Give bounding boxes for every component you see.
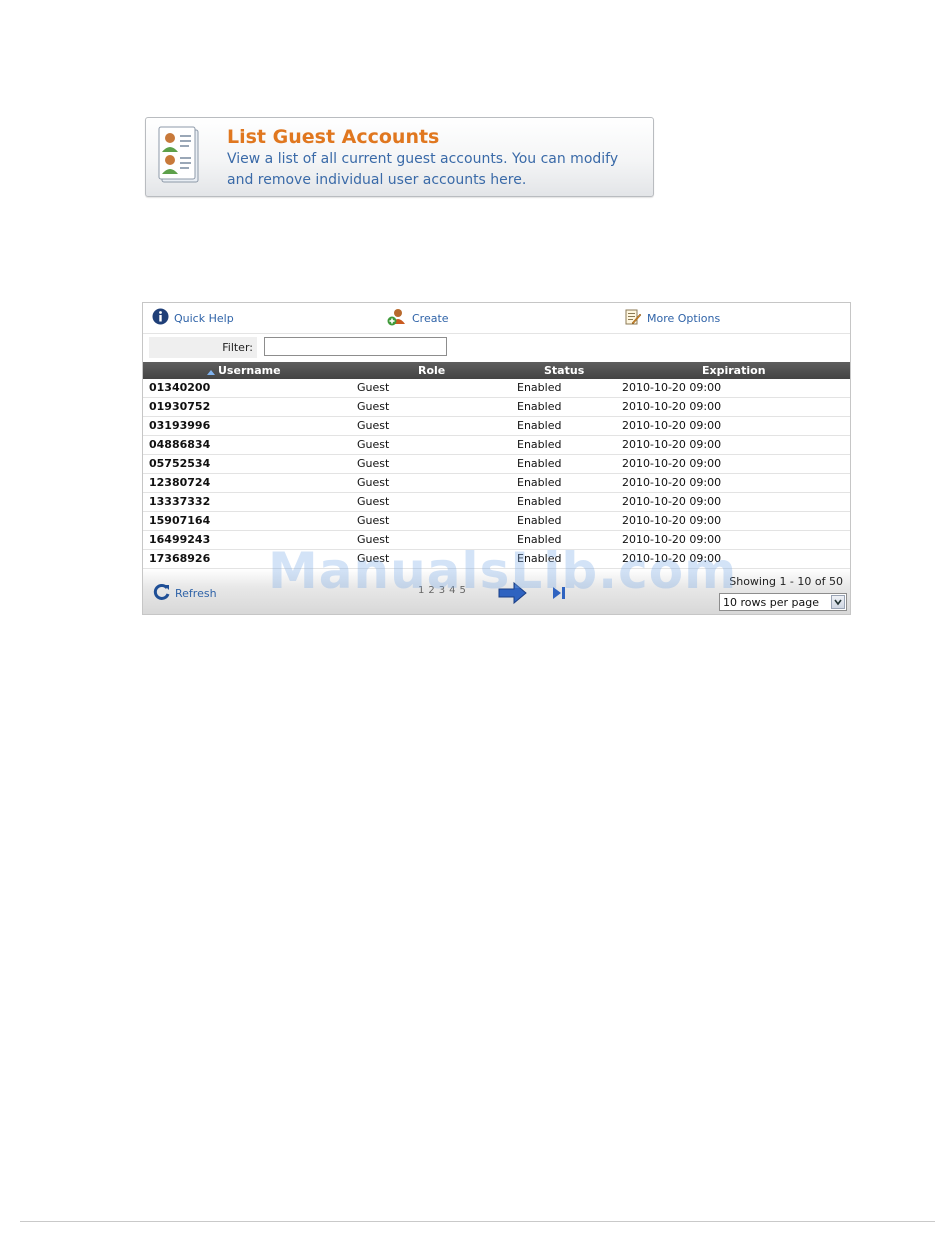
cell-username: 17368926 [149, 552, 211, 565]
page-link-5[interactable]: 5 [460, 585, 466, 596]
guest-accounts-panel: Quick Help Create More Options Filter: U… [142, 302, 851, 615]
page-link-3[interactable]: 3 [439, 585, 445, 596]
pagination: 1 2 3 4 5 [418, 585, 466, 596]
cell-username: 01340200 [149, 381, 211, 394]
rows-per-page-select[interactable]: 10 rows per page [719, 593, 847, 611]
cell-username: 03193996 [149, 419, 211, 432]
table-row[interactable]: 04886834 Guest Enabled 2010-10-20 09:00 [143, 436, 850, 455]
more-options-label: More Options [647, 311, 721, 325]
table-row[interactable]: 01340200 Guest Enabled 2010-10-20 09:00 [143, 379, 850, 398]
more-options-link[interactable]: More Options [624, 308, 720, 328]
cell-expiration: 2010-10-20 09:00 [622, 495, 722, 508]
cell-status: Enabled [517, 419, 562, 432]
banner-title[interactable]: List Guest Accounts [227, 126, 439, 148]
table-row[interactable]: 15907164 Guest Enabled 2010-10-20 09:00 [143, 512, 850, 531]
quick-help-link[interactable]: Quick Help [152, 308, 234, 328]
refresh-button[interactable]: Refresh [153, 583, 217, 604]
table-footer: Refresh 1 2 3 4 5 Showing 1 - 10 of 50 1… [143, 569, 850, 614]
banner-description-line-2: and remove individual user accounts here… [227, 172, 527, 188]
page-link-4[interactable]: 4 [449, 585, 455, 596]
toolbar: Quick Help Create More Options [143, 303, 850, 334]
cell-status: Enabled [517, 381, 562, 394]
cell-status: Enabled [517, 476, 562, 489]
cell-username: 04886834 [149, 438, 211, 451]
refresh-label: Refresh [175, 587, 217, 600]
sort-ascending-icon [207, 365, 215, 378]
table-body: 01340200 Guest Enabled 2010-10-20 09:00 … [143, 379, 850, 569]
notepad-pencil-icon [624, 308, 647, 329]
list-guest-accounts-banner[interactable]: List Guest Accounts View a list of all c… [145, 117, 654, 197]
cell-username: 15907164 [149, 514, 211, 527]
column-header-expiration[interactable]: Expiration [702, 364, 766, 377]
create-user-icon [387, 307, 412, 330]
chevron-down-icon[interactable] [831, 595, 845, 609]
column-header-role[interactable]: Role [418, 364, 445, 377]
cell-role: Guest [357, 514, 390, 527]
table-row[interactable]: 05752534 Guest Enabled 2010-10-20 09:00 [143, 455, 850, 474]
last-page-icon [552, 586, 566, 605]
cell-username: 05752534 [149, 457, 211, 470]
cell-role: Guest [357, 438, 390, 451]
page-link-1[interactable]: 1 [418, 585, 424, 596]
cell-expiration: 2010-10-20 09:00 [622, 381, 722, 394]
refresh-icon [153, 583, 175, 604]
cell-status: Enabled [517, 438, 562, 451]
cell-status: Enabled [517, 514, 562, 527]
rows-per-page-value: 10 rows per page [723, 596, 819, 609]
cell-username: 16499243 [149, 533, 211, 546]
cell-username: 12380724 [149, 476, 211, 489]
page-link-2[interactable]: 2 [428, 585, 434, 596]
bottom-divider [20, 1221, 935, 1222]
table-row[interactable]: 13337332 Guest Enabled 2010-10-20 09:00 [143, 493, 850, 512]
cell-status: Enabled [517, 495, 562, 508]
filter-input[interactable] [264, 337, 447, 356]
banner-description-line-1: View a list of all current guest account… [227, 151, 619, 167]
cell-expiration: 2010-10-20 09:00 [622, 419, 722, 432]
next-arrow-icon [498, 581, 528, 609]
cell-expiration: 2010-10-20 09:00 [622, 438, 722, 451]
banner-description: View a list of all current guest account… [227, 149, 647, 191]
filter-label: Filter: [149, 337, 257, 358]
cell-role: Guest [357, 400, 390, 413]
filter-row: Filter: [143, 334, 850, 360]
table-row[interactable]: 16499243 Guest Enabled 2010-10-20 09:00 [143, 531, 850, 550]
column-header-status[interactable]: Status [544, 364, 584, 377]
table-row[interactable]: 03193996 Guest Enabled 2010-10-20 09:00 [143, 417, 850, 436]
cell-username: 13337332 [149, 495, 211, 508]
table-row[interactable]: 01930752 Guest Enabled 2010-10-20 09:00 [143, 398, 850, 417]
cell-role: Guest [357, 533, 390, 546]
cell-expiration: 2010-10-20 09:00 [622, 552, 722, 565]
create-label: Create [412, 311, 449, 325]
column-header-username[interactable]: Username [207, 364, 281, 378]
cell-expiration: 2010-10-20 09:00 [622, 400, 722, 413]
cell-expiration: 2010-10-20 09:00 [622, 533, 722, 546]
cell-expiration: 2010-10-20 09:00 [622, 457, 722, 470]
table-header: Username Role Status Expiration [143, 362, 850, 379]
cell-role: Guest [357, 381, 390, 394]
cell-role: Guest [357, 552, 390, 565]
next-page-button[interactable] [498, 581, 528, 609]
cell-status: Enabled [517, 533, 562, 546]
cell-role: Guest [357, 457, 390, 470]
quick-help-label: Quick Help [174, 311, 234, 325]
cell-status: Enabled [517, 457, 562, 470]
cell-expiration: 2010-10-20 09:00 [622, 476, 722, 489]
guest-accounts-list-icon [158, 126, 204, 186]
cell-username: 01930752 [149, 400, 211, 413]
cell-status: Enabled [517, 400, 562, 413]
last-page-button[interactable] [552, 585, 566, 605]
info-icon [152, 308, 174, 328]
cell-role: Guest [357, 476, 390, 489]
cell-expiration: 2010-10-20 09:00 [622, 514, 722, 527]
create-link[interactable]: Create [387, 308, 449, 328]
cell-status: Enabled [517, 552, 562, 565]
showing-count: Showing 1 - 10 of 50 [729, 575, 843, 588]
table-row[interactable]: 12380724 Guest Enabled 2010-10-20 09:00 [143, 474, 850, 493]
column-header-username-label: Username [218, 364, 281, 377]
cell-role: Guest [357, 419, 390, 432]
cell-role: Guest [357, 495, 390, 508]
table-row[interactable]: 17368926 Guest Enabled 2010-10-20 09:00 [143, 550, 850, 569]
